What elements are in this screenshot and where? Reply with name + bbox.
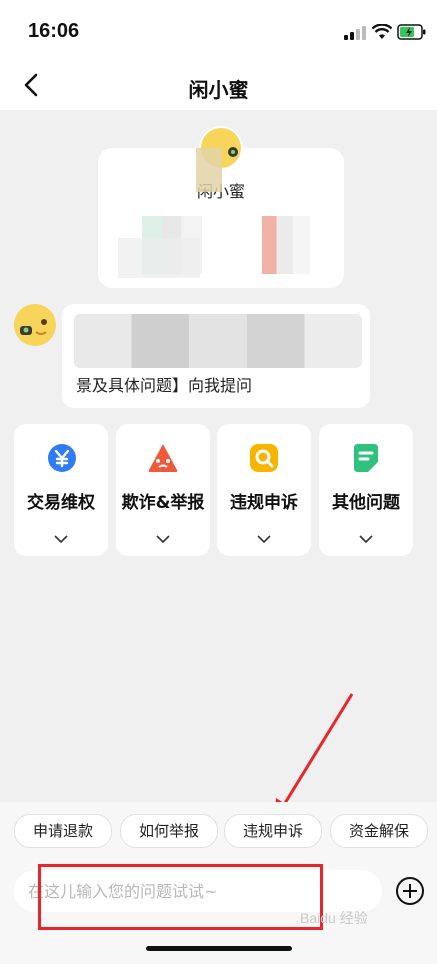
category-label: 欺诈&举报 bbox=[121, 493, 205, 513]
blurred-region bbox=[74, 314, 362, 368]
plus-icon[interactable] bbox=[395, 876, 425, 906]
status-time: 16:06 bbox=[28, 20, 80, 42]
annotation-highlight-box bbox=[38, 864, 323, 930]
page-title: 闲小蜜 bbox=[188, 78, 249, 102]
blurred-region bbox=[118, 238, 200, 278]
category-card-other[interactable]: 其他问题 bbox=[319, 424, 413, 556]
category-card-trade-rights[interactable]: 交易维权 bbox=[14, 424, 108, 556]
chevron-down-icon bbox=[257, 535, 271, 544]
note-icon bbox=[354, 444, 378, 472]
chat-message-text: 景及具体问题】向我提问 bbox=[76, 376, 253, 395]
status-bar: 16:06 bbox=[0, 0, 437, 64]
battery-icon bbox=[397, 24, 426, 40]
chevron-down-icon bbox=[156, 535, 170, 544]
quick-chip-how-to-report[interactable]: 如何举报 bbox=[120, 814, 218, 848]
category-label: 交易维权 bbox=[27, 493, 95, 513]
blurred-region bbox=[262, 216, 310, 274]
wifi-icon bbox=[372, 24, 392, 39]
cellular-signal-icon bbox=[344, 26, 366, 40]
watermark: Baidu 经验 bbox=[300, 910, 368, 926]
quick-chip-fund-release[interactable]: 资金解保 bbox=[330, 814, 428, 848]
quick-chip-refund[interactable]: 申请退款 bbox=[14, 814, 112, 848]
category-label: 其他问题 bbox=[332, 493, 400, 513]
chevron-down-icon bbox=[54, 535, 68, 544]
chat-bubble: 景及具体问题】向我提问 bbox=[62, 304, 370, 408]
home-indicator bbox=[146, 946, 292, 951]
category-label: 违规申诉 bbox=[230, 493, 298, 513]
category-card-fraud-report[interactable]: 欺诈&举报 bbox=[116, 424, 210, 556]
bot-mascot-icon bbox=[14, 304, 56, 346]
quick-chip-violation-appeal[interactable]: 违规申诉 bbox=[224, 814, 322, 848]
blurred-region bbox=[196, 148, 222, 192]
yen-shield-icon bbox=[48, 444, 76, 472]
nav-bar: 闲小蜜 bbox=[0, 64, 437, 110]
warning-icon bbox=[148, 444, 178, 472]
category-card-violation-appeal[interactable]: 违规申诉 bbox=[217, 424, 311, 556]
chevron-down-icon bbox=[359, 535, 373, 544]
search-icon bbox=[250, 444, 278, 472]
bot-chat-avatar bbox=[14, 304, 56, 346]
